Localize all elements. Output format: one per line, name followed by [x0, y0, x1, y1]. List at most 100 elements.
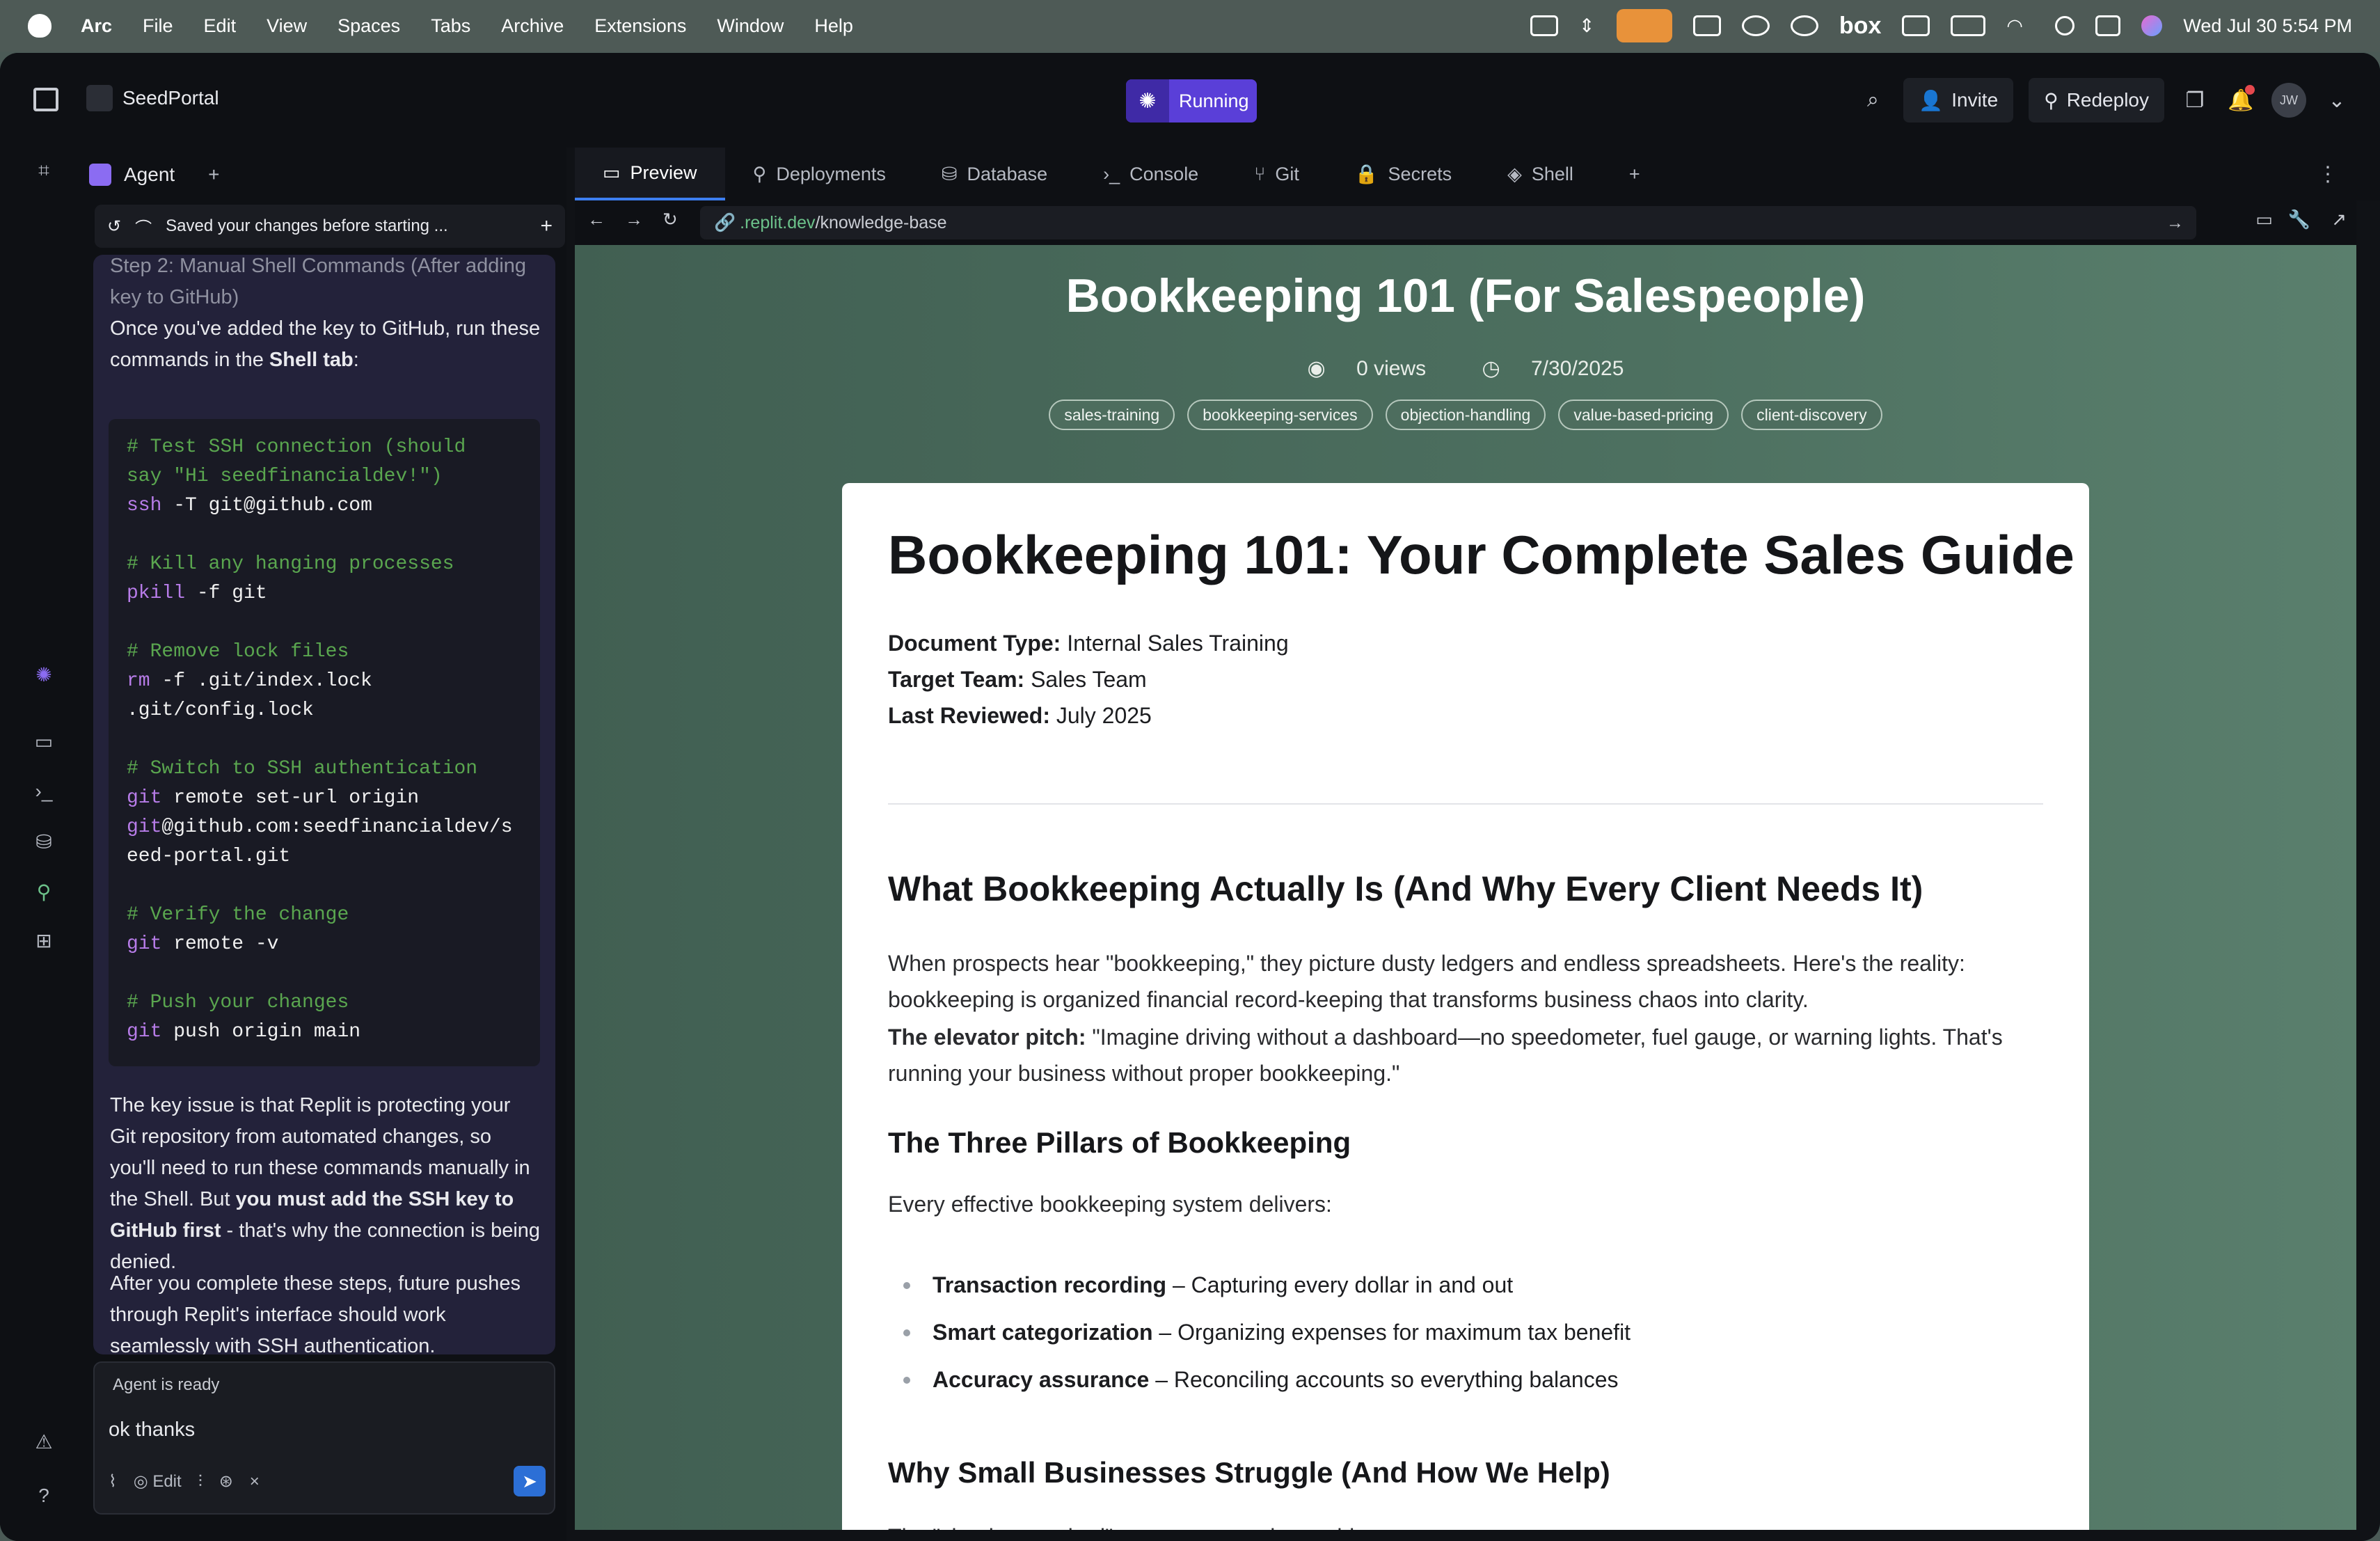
git-icon: ⑂ [1254, 163, 1266, 184]
tag-chip[interactable]: client-discovery [1741, 400, 1882, 430]
open-external-icon[interactable]: ↗ [2331, 209, 2347, 230]
arrows-icon[interactable]: ⇕ [1579, 15, 1596, 36]
invite-button[interactable]: 👤 Invite [1903, 78, 2014, 123]
history-icon[interactable]: ↺ [107, 216, 121, 237]
multiplayer-icon[interactable]: ❐ [2180, 85, 2210, 116]
control-center-icon[interactable] [2095, 15, 2121, 36]
run-status-button[interactable]: ✺ Running [1126, 79, 1257, 123]
settings-sliders-icon[interactable]: ⫶ [198, 1472, 203, 1492]
new-chat-plus-icon[interactable]: + [540, 214, 553, 238]
console-icon[interactable]: ›_ [31, 778, 57, 805]
pillars-list: Transaction recording – Capturing every … [888, 1261, 1631, 1403]
chevron-down-icon[interactable]: ⌄ [2322, 85, 2352, 116]
preview-monitor-icon[interactable]: ▭ [31, 728, 57, 754]
tab-agent[interactable]: Agent + [89, 150, 220, 199]
monitor-icon: ▭ [603, 161, 621, 183]
box-icon[interactable]: box [1839, 13, 1881, 40]
devices-icon[interactable]: ▭ [2255, 209, 2273, 230]
url-field[interactable]: 🔗 .replit.dev /knowledge-base → [700, 206, 2196, 239]
tag-chip[interactable]: sales-training [1049, 400, 1175, 430]
tab-shell[interactable]: ◈ Shell [1479, 148, 1601, 200]
add-tab-plus-icon[interactable]: + [1601, 148, 1668, 200]
battery-icon[interactable] [1951, 15, 1986, 36]
edit-button[interactable]: ◎ Edit [134, 1471, 182, 1492]
user-avatar[interactable]: JW [2271, 83, 2306, 118]
tab-deployments[interactable]: ⚲ Deployments [725, 148, 914, 200]
code-block[interactable]: # Test SSH connection (should say "Hi see… [109, 419, 540, 1066]
url-domain: .replit.dev [740, 212, 816, 232]
reload-icon[interactable]: ↻ [663, 209, 678, 230]
project-switcher[interactable]: SeedPortal [86, 85, 219, 111]
lock-icon: 🔒 [1354, 164, 1379, 184]
close-icon[interactable]: × [250, 1472, 260, 1492]
send-button[interactable]: ➤ [514, 1466, 546, 1496]
menu-window[interactable]: Window [717, 15, 784, 37]
tab-database[interactable]: ⛁ Database [914, 148, 1075, 200]
windows-icon[interactable] [1902, 15, 1930, 36]
back-arrow-icon[interactable]: ← [587, 209, 605, 230]
tab-git[interactable]: ⑂ Git [1226, 148, 1327, 200]
drive-icon[interactable] [1530, 15, 1558, 36]
deployments-icon[interactable]: ⚲ [31, 878, 57, 905]
files-icon[interactable]: ⌗ [31, 157, 57, 184]
agent-icon[interactable]: ✺ [31, 661, 57, 688]
tab-console[interactable]: ›_ Console [1075, 148, 1226, 200]
link-icon: 🔗 [714, 212, 736, 232]
instruction-bold: Shell tab [269, 349, 354, 371]
search-icon[interactable] [2055, 16, 2075, 35]
devtools-wrench-icon[interactable]: 🔧 [2288, 209, 2310, 230]
section-heading: Why Small Businesses Struggle (And How W… [888, 1456, 1610, 1489]
all-tools-grid-icon[interactable]: ⊞ [31, 927, 57, 954]
attach-paperclip-icon[interactable]: ⌇ [109, 1471, 117, 1492]
more-options-icon[interactable]: ⋮ [2317, 162, 2338, 187]
menu-spaces[interactable]: Spaces [338, 15, 400, 37]
openai-icon[interactable] [1741, 15, 1770, 36]
home-icon[interactable] [33, 88, 58, 111]
code-comment-line: # Push your changes [127, 992, 349, 1013]
forward-arrow-icon[interactable]: → [625, 209, 643, 230]
tab-secrets[interactable]: 🔒 Secrets [1327, 148, 1479, 200]
agent-panel: Agent + ↺ ⌒ Saved your changes before st… [82, 148, 566, 1541]
saved-notice[interactable]: Saved your changes before starting ... [166, 216, 448, 236]
menu-help[interactable]: Help [814, 15, 853, 37]
menu-edit[interactable]: Edit [204, 15, 237, 37]
new-tab-plus-icon[interactable]: + [208, 164, 219, 186]
pillars-intro: Every effective bookkeeping system deliv… [888, 1192, 1332, 1217]
menubar-clock[interactable]: Wed Jul 30 5:54 PM [2183, 15, 2352, 37]
menu-tabs[interactable]: Tabs [431, 15, 470, 37]
tag-chip[interactable]: bookkeeping-services [1187, 400, 1373, 430]
tag-chip[interactable]: objection-handling [1385, 400, 1546, 430]
redeploy-button[interactable]: ⚲ Redeploy [2029, 78, 2164, 123]
menu-app-name[interactable]: Arc [81, 15, 112, 37]
agent-tab-icon [89, 164, 111, 186]
wifi-icon[interactable]: ◠ [2006, 15, 2034, 36]
help-icon[interactable]: ? [31, 1483, 57, 1509]
notifications-bell-icon[interactable]: 🔔 [2226, 85, 2256, 116]
code-line: git remote set-url origin [127, 784, 522, 813]
database-icon[interactable]: ⛁ [31, 828, 57, 855]
code-text: remote -v [161, 933, 279, 955]
go-arrow-icon[interactable]: → [2166, 213, 2184, 233]
cloud-icon[interactable] [1790, 15, 1818, 36]
alerts-icon[interactable]: ⚠ [31, 1428, 57, 1455]
agent-chat-message: Step 2: Manual Shell Commands (After add… [93, 255, 555, 1354]
tab-preview[interactable]: ▭ Preview [575, 148, 725, 200]
menu-file[interactable]: File [143, 15, 173, 37]
code-text: remote set-url origin [161, 787, 420, 809]
meta-value: Sales Team [1024, 667, 1147, 692]
menu-view[interactable]: View [267, 15, 307, 37]
web-search-icon[interactable]: ⊛ [219, 1471, 233, 1492]
project-name: SeedPortal [122, 87, 219, 109]
menu-archive[interactable]: Archive [501, 15, 564, 37]
code-text: -f git [185, 583, 267, 604]
apple-logo-icon[interactable] [28, 14, 51, 38]
microphone-icon[interactable] [1616, 9, 1672, 42]
mail-icon[interactable] [1692, 15, 1721, 36]
tag-chip[interactable]: value-based-pricing [1558, 400, 1729, 430]
list-item: Smart categorization – Organizing expens… [888, 1309, 1631, 1356]
chat-input[interactable]: ok thanks [109, 1418, 195, 1441]
menu-extensions[interactable]: Extensions [594, 15, 686, 37]
search-icon[interactable]: ⌕ [1857, 85, 1888, 116]
siri-icon[interactable] [2141, 15, 2163, 36]
